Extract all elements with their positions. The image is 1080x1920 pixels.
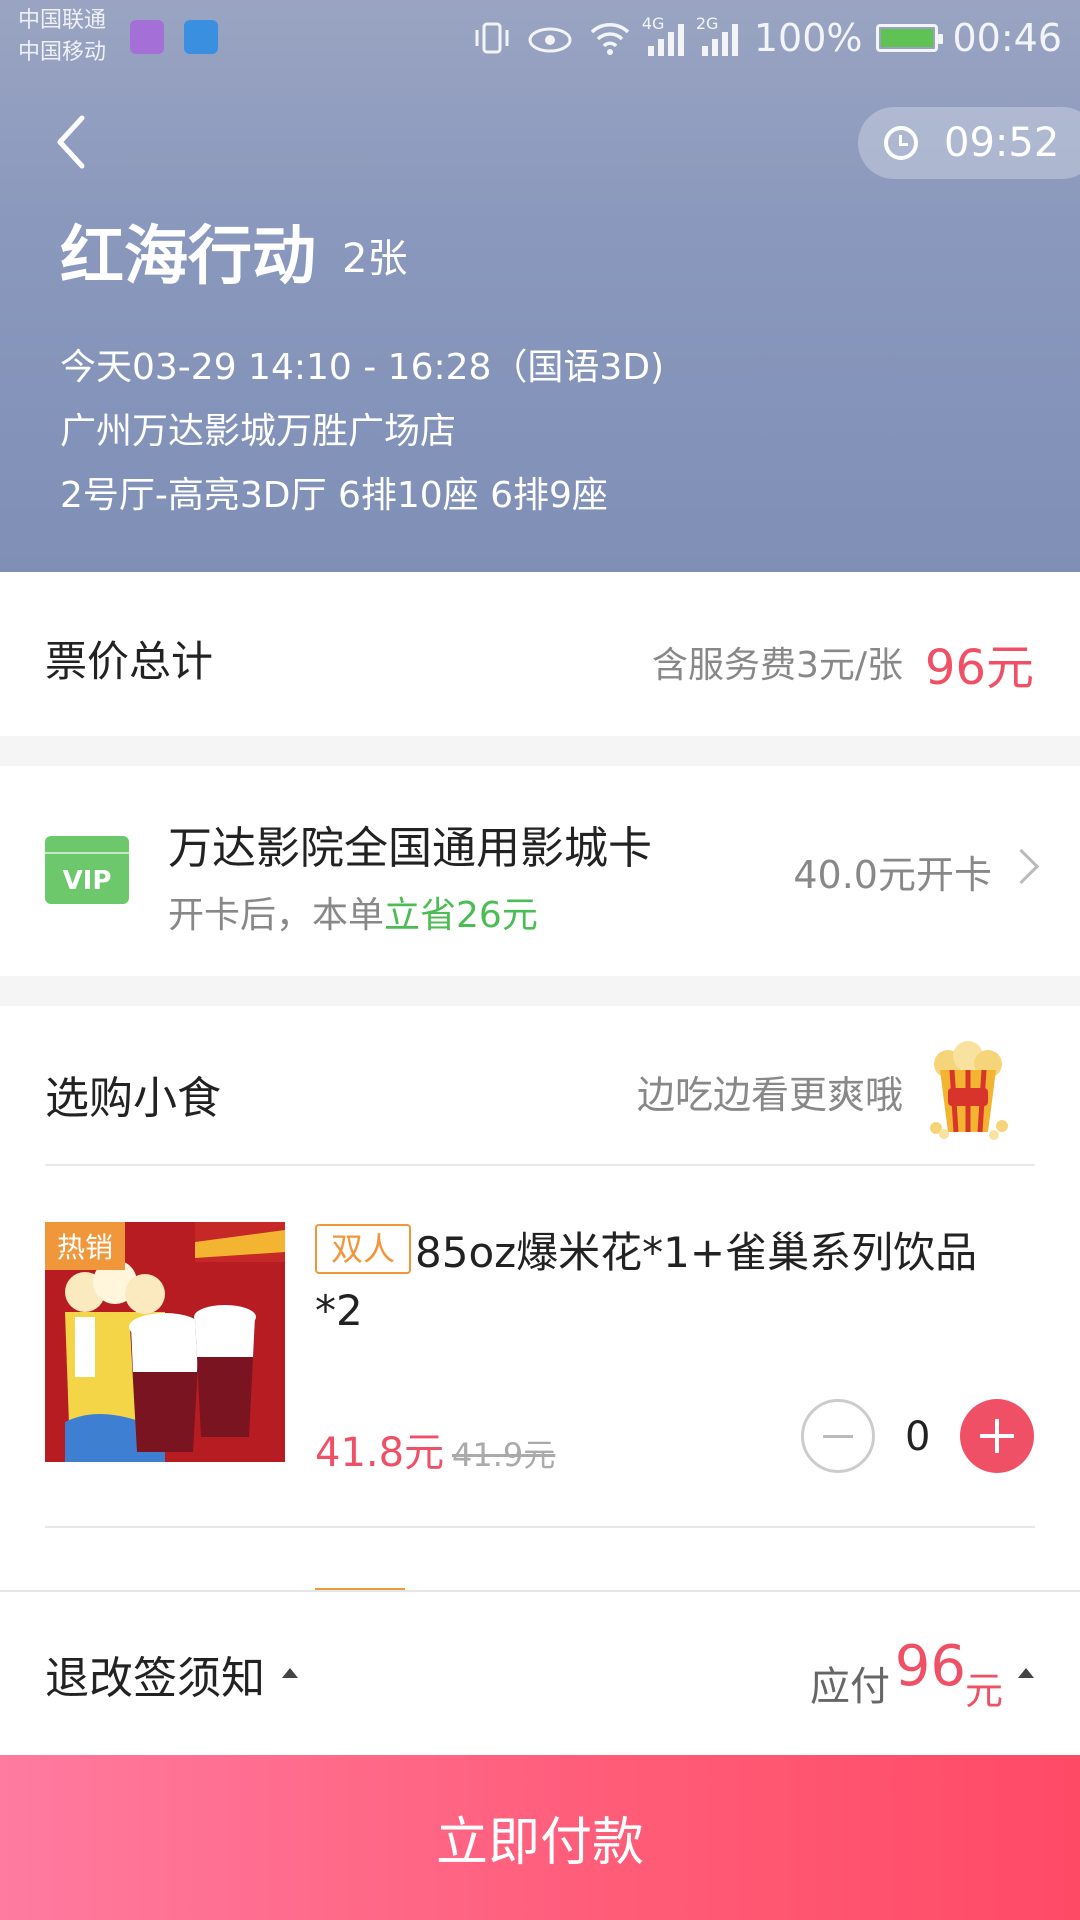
signal-2g-icon: 2G (696, 14, 740, 56)
snack-title: 选购小食 (45, 1073, 221, 1124)
service-fee: 含服务费3元/张 (651, 645, 903, 686)
vibrate-icon (475, 22, 509, 54)
eye-comfort-icon (528, 27, 572, 53)
clock-icon (884, 126, 918, 160)
countdown-value: 09:52 (944, 120, 1060, 166)
vip-card-icon: VIP (45, 836, 129, 904)
product-price: 41.8元 (315, 1430, 445, 1476)
hot-sale-tag: 热销 (45, 1222, 126, 1270)
pay-label: 应付 (810, 1664, 890, 1710)
pay-unit: 元 (964, 1669, 1003, 1713)
product-image[interactable]: 热销 (45, 1222, 285, 1462)
quantity-value: 0 (905, 1414, 931, 1460)
status-time: 00:46 (952, 16, 1062, 60)
product-name: 85oz爆米花*1+雀巢系列饮品*2 (315, 1228, 978, 1335)
wifi-icon (590, 23, 630, 55)
vip-card-offer[interactable]: VIP 万达影院全国通用影城卡 开卡后，本单立省26元 40.0元开卡 (0, 766, 1080, 976)
ticket-price-label: 票价总计 (45, 637, 214, 686)
net-type-1: 4G (641, 14, 665, 33)
ticket-total: 96元 (924, 640, 1034, 696)
carrier-1: 中国联通 (18, 8, 107, 33)
hall-seats: 2号厅-高亮3D厅 6排10座 6排9座 (60, 475, 608, 516)
status-bar: 中国联通 中国移动 4G 2G 100% 00:46 (0, 0, 1080, 75)
bottom-bar: 退改签须知 应付 96 元 (0, 1590, 1080, 1757)
chevron-right-icon (1003, 848, 1040, 885)
snack-section: 选购小食 边吃边看更爽哦 热销 双人 85oz爆米花*1+雀巢系列饮品*2 41… (0, 1006, 1080, 1592)
pay-amount: 96 (894, 1634, 966, 1699)
vip-card-subtitle: 开卡后，本单立省26元 (168, 886, 538, 938)
divider (45, 1526, 1035, 1528)
status-icons: 4G 2G 100% 00:46 (472, 14, 1062, 62)
increase-quantity-button[interactable] (960, 1399, 1034, 1473)
showtime: 今天03-29 14:10 - 16:28（国语3D) (60, 347, 665, 388)
vip-saving: 立省26元 (384, 895, 538, 936)
signal-4g-icon: 4G (642, 14, 686, 56)
caret-up-icon (282, 1668, 298, 1678)
vip-open-price: 40.0元开卡 (793, 853, 992, 897)
carrier-2: 中国移动 (18, 40, 107, 65)
vip-sub-prefix: 开卡后，本单 (168, 895, 385, 936)
cinema-name: 广州万达影城万胜广场店 (60, 411, 457, 452)
chevron-left-icon (57, 115, 85, 169)
battery-percent: 100% (753, 16, 863, 60)
net-type-2: 2G (695, 14, 719, 33)
refund-notice-link[interactable]: 退改签须知 (45, 1642, 265, 1706)
movie-title: 红海行动 (60, 220, 316, 294)
notes-app-icon (184, 20, 218, 54)
ticket-price-section: 票价总计 含服务费3元/张 96元 (0, 572, 1080, 736)
back-button[interactable] (52, 112, 102, 172)
price-detail-caret-icon[interactable] (1018, 1668, 1034, 1678)
pay-now-button[interactable]: 立即付款 (0, 1755, 1080, 1920)
gallery-app-icon (130, 20, 164, 54)
battery-icon (876, 24, 944, 52)
product-original-price: 41.9元 (452, 1436, 556, 1474)
countdown-timer: 09:52 (858, 107, 1080, 179)
divider (45, 1164, 1035, 1166)
order-header: 中国联通 中国移动 4G 2G 100% 00:46 09:52 红海行动 2张… (0, 0, 1080, 572)
snack-slogan: 边吃边看更爽哦 (636, 1073, 903, 1117)
vip-card-title: 万达影院全国通用影城卡 (168, 823, 652, 874)
decrease-quantity-button[interactable] (801, 1399, 875, 1473)
popcorn-icon (930, 1041, 1008, 1140)
ticket-count: 2张 (342, 236, 408, 282)
